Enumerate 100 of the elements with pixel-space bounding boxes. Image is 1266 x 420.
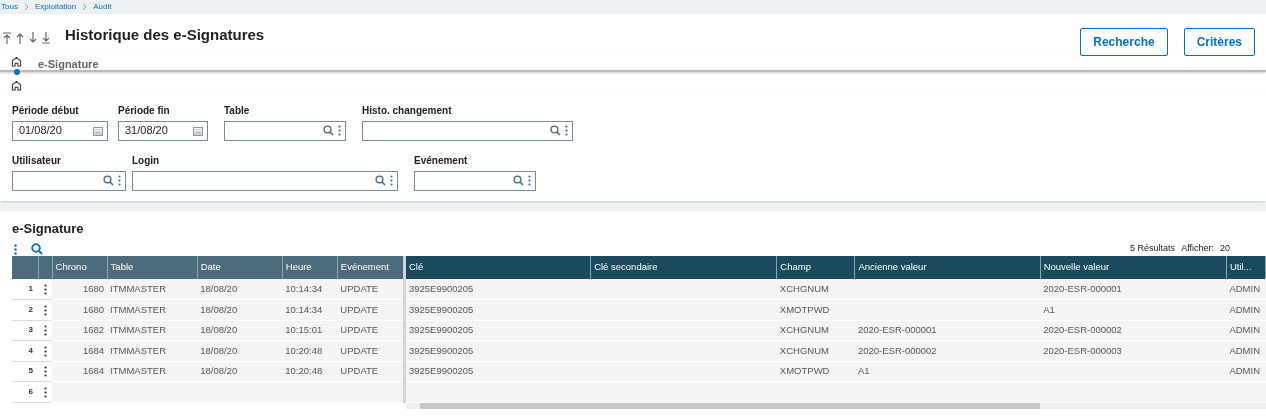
row-menu-icon[interactable] [43,366,47,378]
calendar-icon[interactable] [193,125,203,136]
row-menu-icon[interactable] [43,325,47,337]
table-cell: 3925E9900205 [404,361,591,382]
row-menu-icon[interactable] [43,304,47,316]
table-cell: 1680 [52,279,108,300]
chevron-right-icon [23,2,29,11]
row-number: 3 [12,320,38,341]
column-header[interactable]: Champ [776,256,855,279]
table-cell: 10:20:48 [282,340,338,361]
home-icon[interactable] [11,79,22,91]
table-cell: 2020-ESR-000002 [1040,320,1227,341]
last-record-icon[interactable] [41,32,51,44]
table-cell: 18/08/20 [197,340,283,361]
input-field[interactable] [224,120,346,141]
table-cell: ITMMASTER [107,299,198,320]
table-cell: ITMMASTER [107,340,198,361]
field-label: Période fin [118,103,171,118]
input-field[interactable]: 01/08/20 [12,120,108,141]
search-icon[interactable] [323,125,334,136]
breadcrumb-link[interactable]: Tous [1,1,18,13]
breadcrumb-link[interactable]: Exploitation [34,1,77,13]
field-label: Login [132,153,161,168]
field-label: Utilisateur [12,153,62,168]
table-cell: 18/08/20 [197,279,283,300]
table-cell: ITMMASTER [107,361,198,382]
results-count: 5 Résultats [1130,242,1176,256]
page-title: Historique des e-Signatures [65,26,265,44]
field-label: Evénement [414,153,469,168]
tab[interactable]: e-Signature [38,56,99,80]
row-menu-icon[interactable] [43,283,47,295]
input-field[interactable] [362,120,573,141]
field-label: Période début [12,103,80,118]
column-header[interactable]: Evénement [337,256,405,279]
field-value[interactable]: 31/08/20 [125,122,189,139]
field-label: Table [224,103,251,118]
column-header[interactable]: Heure [282,256,338,279]
search-icon[interactable] [550,125,561,136]
input-field[interactable] [132,170,398,191]
column-header[interactable]: Clé [404,256,591,279]
row-number: 6 [12,381,38,402]
column-header[interactable]: Date [197,256,283,279]
table-cell: 1684 [52,340,108,361]
table-cell: 10:14:34 [282,279,338,300]
first-record-icon[interactable] [2,32,12,44]
more-options-icon[interactable] [118,175,121,186]
input-field[interactable]: 31/08/20 [118,120,208,141]
input-field[interactable] [12,170,126,191]
table-cell: 10:15:01 [282,320,338,341]
more-options-icon[interactable] [528,175,531,186]
horizontal-scrollbar[interactable] [406,402,1266,409]
next-record-icon[interactable] [28,32,38,44]
show-label: Afficher: [1181,242,1214,256]
previous-record-icon[interactable] [15,32,25,44]
more-options-icon[interactable] [14,243,17,255]
more-options-icon[interactable] [338,125,341,136]
table-cell: ADMIN [1226,279,1266,300]
input-field[interactable] [414,170,536,191]
row-menu-icon[interactable] [43,386,47,398]
table-cell: ADMIN [1226,320,1266,341]
page-size-value[interactable]: 20 [1220,242,1230,256]
table-cell: 18/08/20 [197,320,283,341]
column-header[interactable]: Util... [1226,256,1266,279]
more-options-icon[interactable] [565,125,568,136]
column-header[interactable]: Chrono [52,256,108,279]
section-title: e-Signature [12,219,85,238]
table-cell: UPDATE [337,279,405,300]
table-cell: 3925E9900205 [404,279,591,300]
row-number: 1 [12,279,38,300]
column-header[interactable]: Table [107,256,198,279]
table-cell: 10:14:34 [282,299,338,320]
table-cell: XCHGNUM [776,279,855,300]
table-cell: A1 [1040,299,1227,320]
action-button[interactable]: Recherche [1080,28,1168,56]
breadcrumb-link[interactable]: Audit [93,1,112,13]
table-cell: 10:20:48 [282,361,338,382]
table-cell: 1684 [52,361,108,382]
search-icon[interactable] [31,243,43,255]
calendar-icon[interactable] [93,125,103,136]
row-menu-icon[interactable] [43,345,47,357]
table-cell: 1680 [52,299,108,320]
column-header[interactable]: Nouvelle valeur [1040,256,1227,279]
column-header[interactable]: Ancienne valeur [854,256,1041,279]
column-header[interactable]: Clé secondaire [590,256,777,279]
search-icon[interactable] [513,175,524,186]
row-number: 2 [12,299,38,320]
search-icon[interactable] [103,175,114,186]
table-cell: ADMIN [1226,361,1266,382]
chevron-right-icon [82,2,88,11]
search-icon[interactable] [375,175,386,186]
table-cell: 2020-ESR-000001 [1040,279,1227,300]
more-options-icon[interactable] [390,175,393,186]
table-cell: 3925E9900205 [404,340,591,361]
table-cell: ADMIN [1226,299,1266,320]
field-value[interactable]: 01/08/20 [19,122,89,139]
table-cell: ADMIN [1226,340,1266,361]
table-cell: 3925E9900205 [404,299,591,320]
action-button[interactable]: Critères [1183,28,1255,56]
table-cell: ITMMASTER [107,320,198,341]
table-cell: 18/08/20 [197,361,283,382]
